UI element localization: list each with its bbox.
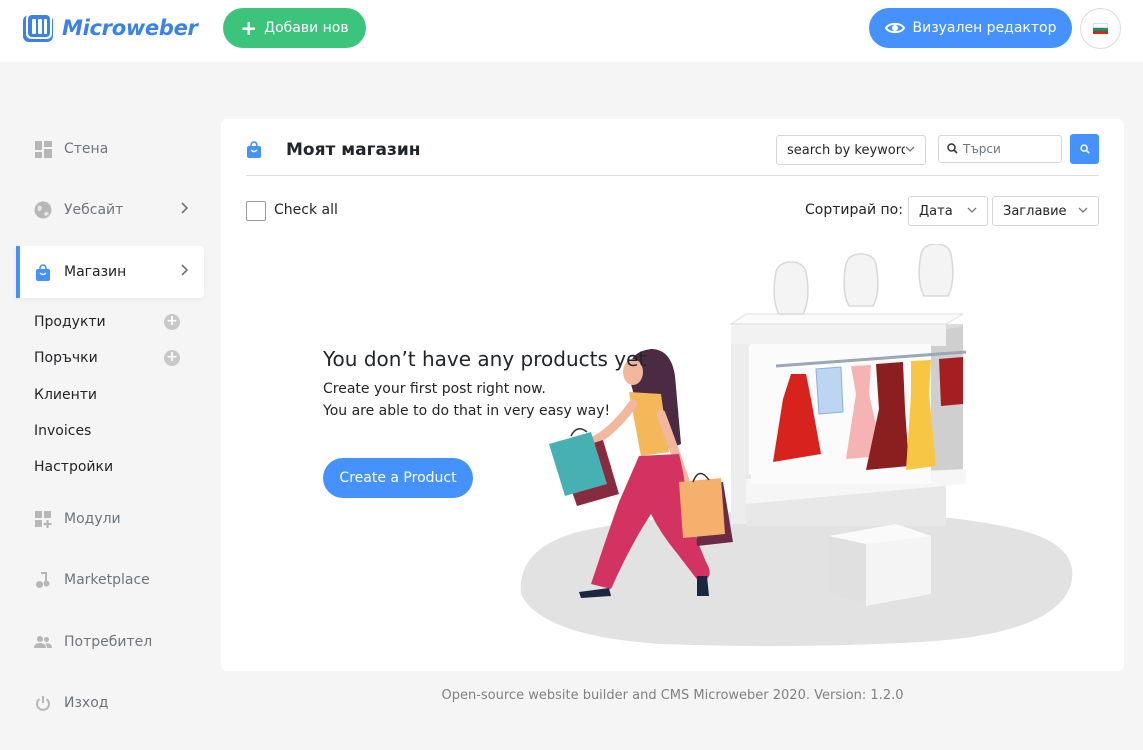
brand-name: Microweber [62,16,198,40]
modules-icon [34,510,52,528]
sidebar-subitem-invoices[interactable]: Invoices [34,423,91,439]
sort-date-label: Дата [919,203,953,219]
check-all-checkbox[interactable] [246,201,266,221]
search-input[interactable]: Търси [938,135,1062,163]
chevron-down-icon [1078,207,1088,213]
sidebar-item-label: Стена [64,141,109,157]
plus-icon: + [240,16,258,40]
search-icon [1079,144,1090,154]
empty-state-line-2: You are able to do that in very easy way… [323,403,611,419]
sort-date-select[interactable]: Дата [908,196,988,226]
search-icon [947,143,958,154]
search-mode-value: search by keyword [787,142,905,158]
chevron-down-icon [905,146,915,152]
eye-icon [884,22,905,34]
sidebar-item-label: Marketplace [64,572,150,588]
empty-shop-illustration [520,244,1073,647]
language-selector[interactable] [1080,8,1121,49]
search-button[interactable] [1070,134,1099,164]
shop-bag-icon [247,141,261,158]
sidebar-item-label: Магазин [64,264,127,280]
search-placeholder: Търси [963,142,1001,156]
add-product-icon[interactable]: + [164,314,180,330]
sidebar-item-label: Уебсайт [64,202,124,218]
sidebar-item-website[interactable]: Уебсайт [16,184,204,236]
check-all-label[interactable]: Check all [274,202,338,218]
footer-text: Open-source website builder and CMS Micr… [441,688,904,703]
sidebar-subitem-orders[interactable]: Поръчки [34,350,98,366]
create-product-button[interactable]: Create a Product [323,458,473,498]
top-bar: Microweber + Добави нов Визуален редакто… [0,0,1143,62]
sort-title-label: Заглавие [1003,203,1067,219]
chevron-right-icon [181,202,188,214]
page-title: Моят магазин [286,140,421,160]
chevron-down-icon [967,207,977,213]
sidebar-item-users[interactable]: Потребител [16,616,204,668]
sidebar-subitem-products[interactable]: Продукти [34,314,106,330]
add-new-button[interactable]: + Добави нов [223,8,366,48]
logo[interactable]: Microweber [22,12,198,44]
empty-state-title: You don’t have any products yet [323,347,647,371]
footer: Open-source website builder and CMS Micr… [221,688,1124,703]
sidebar-item-marketplace[interactable]: Marketplace [16,554,204,606]
sidebar-item-logout[interactable]: Изход [16,677,204,729]
sidebar-item-label: Модули [64,511,121,527]
sort-label: Сортирай по: [805,202,903,218]
sidebar-subitem-settings[interactable]: Настройки [34,459,113,475]
sort-title-select[interactable]: Заглавие [992,196,1099,226]
globe-icon [34,201,52,219]
marketplace-icon [34,571,52,589]
sidebar-subitem-clients[interactable]: Клиенти [34,387,97,403]
visual-editor-button[interactable]: Визуален редактор [869,8,1072,48]
chevron-right-icon [181,264,188,276]
power-icon [34,694,52,712]
sidebar-item-shop[interactable]: Магазин [16,246,204,298]
sidebar-item-label: Потребител [64,634,153,650]
users-icon [34,633,52,651]
divider [246,175,1099,176]
sidebar-item-dashboard[interactable]: Стена [16,123,204,175]
empty-state-line-1: Create your first post right now. [323,381,546,397]
search-mode-select[interactable]: search by keyword [776,135,926,165]
microweber-logo-icon [23,13,53,42]
shop-card: Моят магазин search by keyword Търси Che… [221,119,1124,671]
add-order-icon[interactable]: + [164,350,180,366]
visual-editor-label: Визуален редактор [912,20,1057,36]
bg-flag-icon [1093,23,1108,34]
sidebar-item-modules[interactable]: Модули [16,493,204,545]
dashboard-icon [34,140,52,158]
create-product-label: Create a Product [339,470,457,486]
sidebar-item-label: Изход [64,695,109,711]
shop-bag-icon [34,263,52,281]
add-new-label: Добави нов [264,20,349,36]
